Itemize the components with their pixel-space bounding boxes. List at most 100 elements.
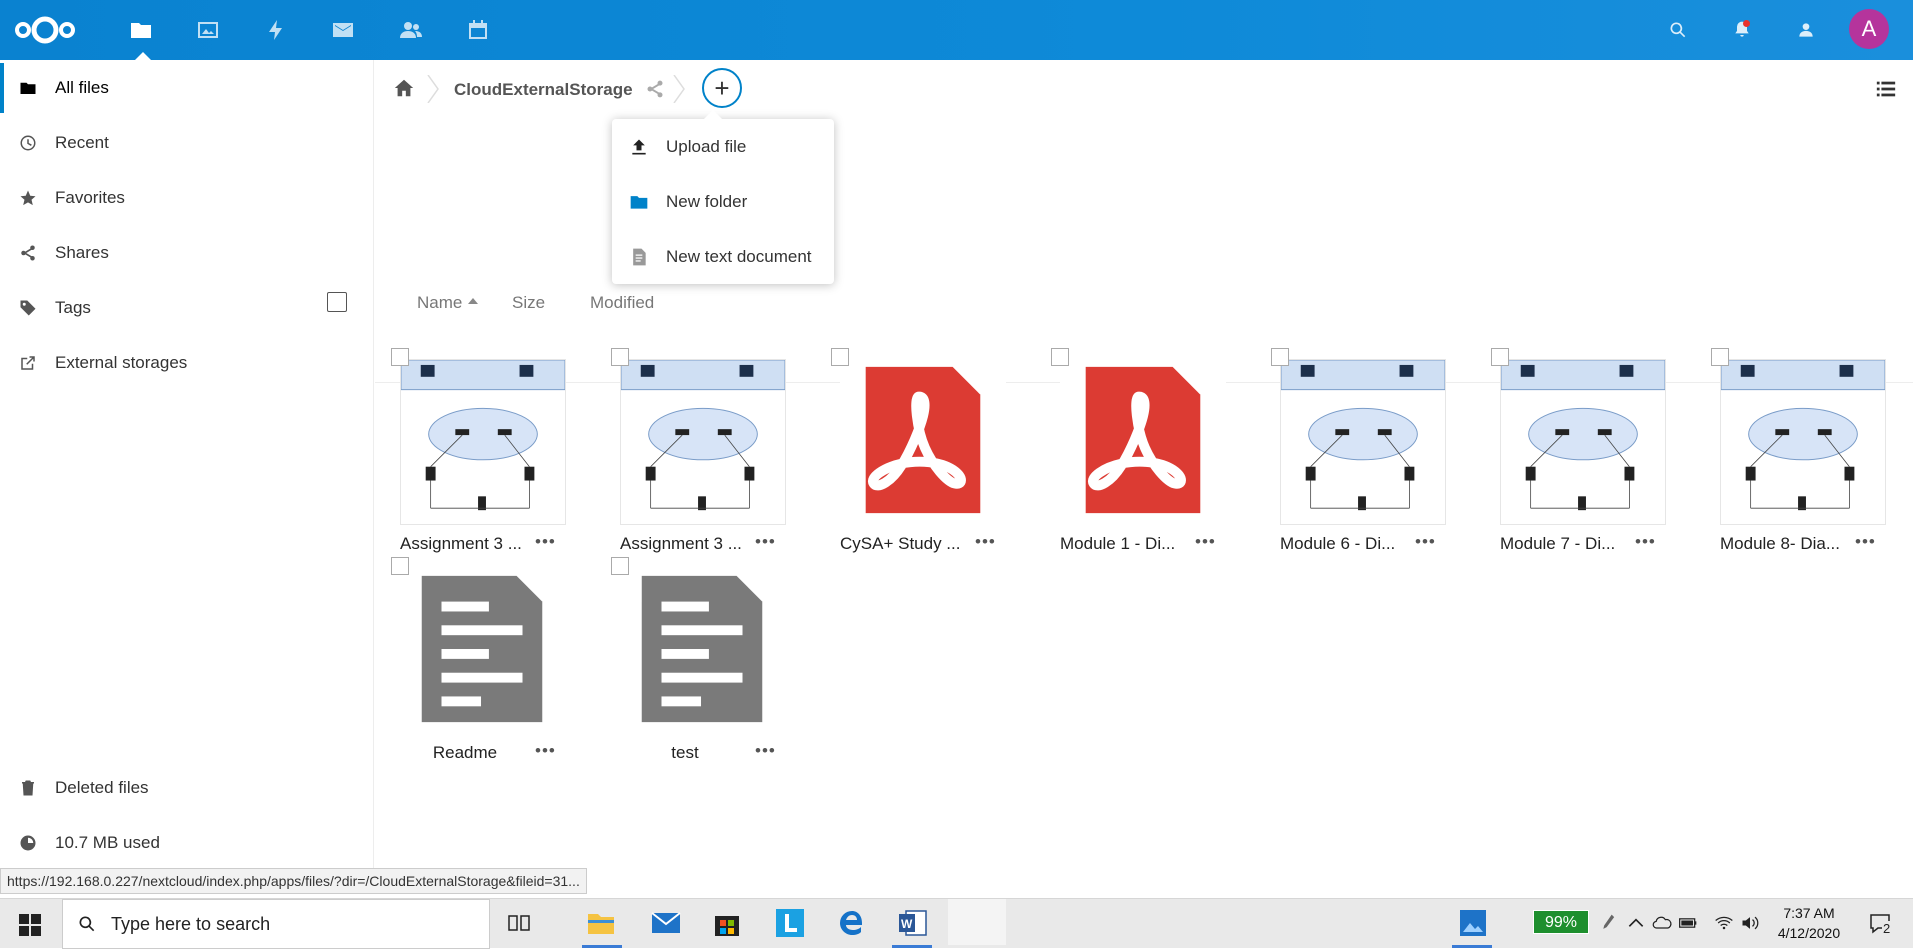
file-actions-menu-icon[interactable]: ••• [535,741,556,761]
store-icon[interactable] [710,906,744,940]
sidebar-item-shares[interactable]: Shares [0,228,373,278]
contacts-app-icon[interactable] [395,14,427,46]
action-center-icon[interactable]: 2 [1868,911,1894,937]
photos-taskbar-icon[interactable] [1456,906,1490,940]
file-name[interactable]: test [620,743,750,763]
battery-indicator[interactable]: 99% [1533,910,1589,934]
breadcrumb-current[interactable]: CloudExternalStorage [454,80,633,100]
home-icon[interactable] [393,77,415,99]
sidebar-item-recent[interactable]: Recent [0,118,373,168]
plus-icon: + [714,73,730,103]
mail-app-icon[interactable] [327,14,359,46]
file-checkbox[interactable] [391,348,409,366]
notifications-bell-icon[interactable] [1726,14,1758,46]
file-checkbox[interactable] [1271,348,1289,366]
taskbar-search-box[interactable]: Type here to search [62,899,490,949]
file-tile[interactable]: Module 7 - Di... ••• [1475,348,1666,553]
blank-window-button[interactable] [948,899,1006,945]
column-size[interactable]: Size [512,293,545,313]
file-actions-menu-icon[interactable]: ••• [535,532,556,552]
l-app-icon[interactable] [773,906,807,940]
file-checkbox[interactable] [611,348,629,366]
volume-icon[interactable] [1740,913,1760,933]
windows-start-icon[interactable] [18,913,42,937]
file-actions-menu-icon[interactable]: ••• [755,532,776,552]
clock-time: 7:37 AM [1783,905,1835,921]
file-checkbox[interactable] [1491,348,1509,366]
file-name[interactable]: Module 8- Dia... [1720,534,1845,554]
list-view-toggle-icon[interactable] [1875,78,1897,100]
file-tile[interactable]: Readme ••• [375,557,566,762]
file-tile[interactable]: Module 6 - Di... ••• [1255,348,1446,553]
sidebar-item-deleted-files[interactable]: Deleted files [0,763,373,813]
file-name[interactable]: CySA+ Study ... [840,534,965,554]
task-view-icon[interactable] [502,906,536,940]
file-tile[interactable]: test ••• [595,557,786,762]
file-tile[interactable]: Assignment 3 ... ••• [595,348,786,553]
edge-browser-icon[interactable] [835,906,869,940]
text-file-icon[interactable] [400,568,566,734]
sidebar-quota[interactable]: 10.7 MB used [0,818,373,868]
sidebar-item-all-files[interactable]: All files [0,63,373,113]
quota-text: 10.7 MB used [55,833,160,852]
pen-icon[interactable] [1600,913,1620,933]
pdf-file-icon[interactable] [1060,359,1226,525]
file-checkbox[interactable] [1711,348,1729,366]
battery-icon[interactable] [1678,913,1698,933]
onedrive-icon[interactable] [1652,913,1672,933]
sidebar-item-favorites[interactable]: Favorites [0,173,373,223]
share-icon[interactable] [645,79,665,99]
chevron-up-icon[interactable] [1626,913,1646,933]
file-tile[interactable]: Assignment 3 ... ••• [375,348,566,553]
mail-app-taskbar-icon[interactable] [649,906,683,940]
user-avatar[interactable]: A [1849,9,1889,49]
file-name[interactable]: Module 7 - Di... [1500,534,1625,554]
column-modified[interactable]: Modified [590,293,654,313]
sidebar-item-tags[interactable]: Tags [0,283,373,333]
activity-app-icon[interactable] [260,14,292,46]
diagram-thumbnail[interactable] [1720,359,1886,525]
menu-item-new-folder[interactable]: New folder [612,174,834,229]
file-checkbox[interactable] [831,348,849,366]
file-checkbox[interactable] [391,557,409,575]
file-actions-menu-icon[interactable]: ••• [1635,532,1656,552]
sidebar-item-external-storages[interactable]: External storages [0,338,373,388]
file-name[interactable]: Readme [400,743,530,763]
contacts-menu-icon[interactable] [1790,14,1822,46]
file-actions-menu-icon[interactable]: ••• [755,741,776,761]
file-actions-menu-icon[interactable]: ••• [1415,532,1436,552]
file-name[interactable]: Module 6 - Di... [1280,534,1405,554]
file-name[interactable]: Module 1 - Di... [1060,534,1185,554]
file-tile[interactable]: Module 1 - Di... ••• [1035,348,1226,553]
calendar-app-icon[interactable] [462,14,494,46]
menu-item-upload-file[interactable]: Upload file [612,119,834,174]
word-icon[interactable]: W [896,906,930,940]
file-tile[interactable]: Module 8- Dia... ••• [1695,348,1886,553]
photos-app-icon[interactable] [192,14,224,46]
file-actions-menu-icon[interactable]: ••• [1195,532,1216,552]
file-actions-menu-icon[interactable]: ••• [1855,532,1876,552]
files-app-icon[interactable] [125,14,157,46]
file-actions-menu-icon[interactable]: ••• [975,532,996,552]
diagram-thumbnail[interactable] [1280,359,1446,525]
text-file-icon[interactable] [620,568,786,734]
diagram-thumbnail[interactable] [400,359,566,525]
pdf-file-icon[interactable] [840,359,1006,525]
new-file-button[interactable]: + [702,68,742,108]
menu-item-new-text-document[interactable]: New text document [612,229,834,284]
file-name[interactable]: Assignment 3 ... [400,534,525,554]
column-name[interactable]: Name [417,293,462,313]
file-checkbox[interactable] [611,557,629,575]
wifi-icon[interactable] [1714,913,1734,933]
clock[interactable]: 7:37 AM 4/12/2020 [1774,903,1844,943]
nextcloud-logo-icon[interactable] [14,12,76,48]
file-explorer-icon[interactable] [584,906,618,940]
select-all-checkbox[interactable] [327,292,347,312]
search-icon[interactable] [1662,14,1694,46]
file-checkbox[interactable] [1051,348,1069,366]
menu-item-label: New folder [666,191,748,211]
diagram-thumbnail[interactable] [620,359,786,525]
file-name[interactable]: Assignment 3 ... [620,534,745,554]
diagram-thumbnail[interactable] [1500,359,1666,525]
file-tile[interactable]: CySA+ Study ... ••• [815,348,1006,553]
